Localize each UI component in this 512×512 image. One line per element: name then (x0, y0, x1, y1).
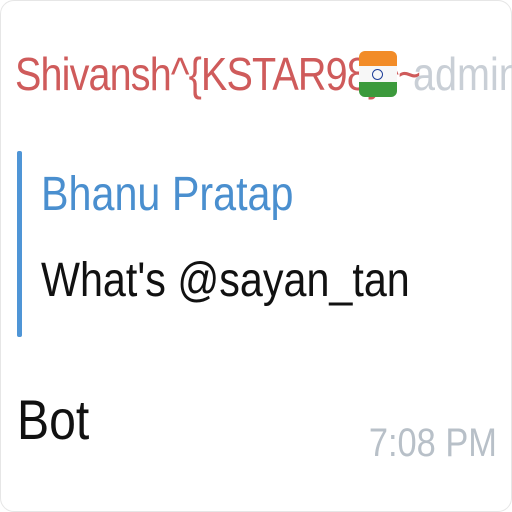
reply-accent-bar (17, 151, 22, 337)
message-header: Shivansh^{KSTAR98}^~ admin (15, 39, 512, 109)
flag-chakra (372, 68, 383, 80)
admin-badge: admin (413, 48, 512, 100)
message-text: Bot (17, 388, 90, 451)
message-bubble[interactable]: Shivansh^{KSTAR98}^~ admin Bhanu Pratap … (0, 0, 512, 512)
flag-green-band (359, 81, 397, 97)
india-flag-icon (359, 51, 397, 97)
message-timestamp: 7:08 PM (368, 421, 497, 465)
sender-name[interactable]: Shivansh^{KSTAR98}^~ (15, 47, 421, 101)
reply-text: What's @sayan_tan (41, 254, 410, 307)
reply-quote[interactable]: Bhanu Pratap What's @sayan_tan (17, 151, 487, 337)
reply-author: Bhanu Pratap (41, 168, 294, 221)
flag-saffron-band (359, 51, 397, 67)
